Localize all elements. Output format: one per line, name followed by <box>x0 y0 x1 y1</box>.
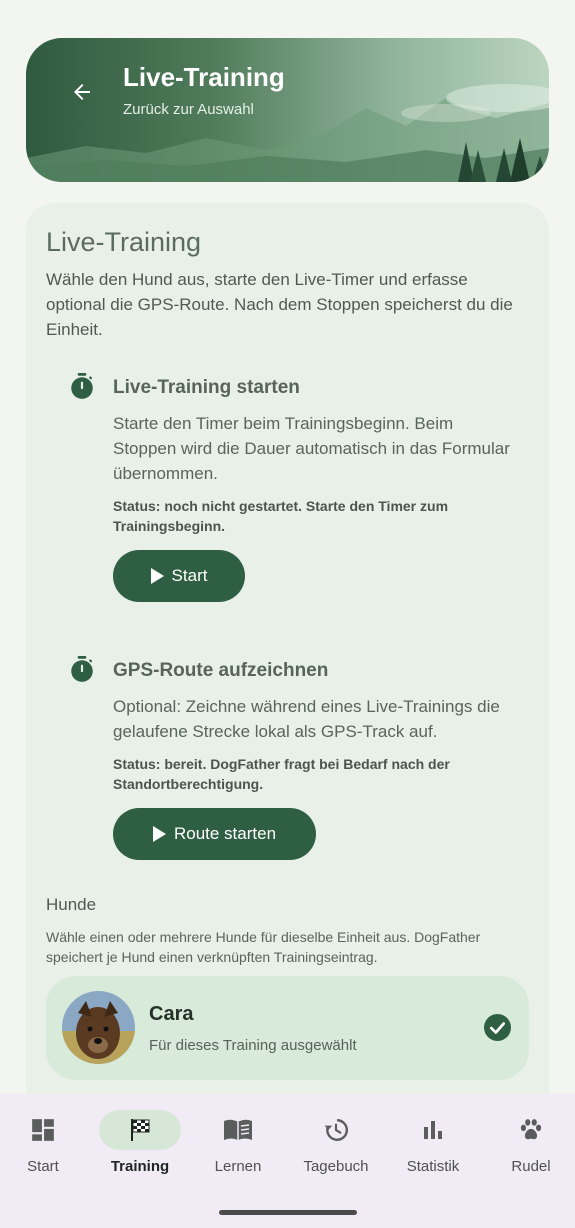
header-banner: Live-Training Zurück zur Auswahl <box>26 38 549 182</box>
start-route-button-label: Route starten <box>173 824 277 843</box>
nav-item-training[interactable]: Training <box>91 1110 189 1180</box>
timer-section-description: Starte den Timer beim Trainingsbeginn. B… <box>113 414 510 483</box>
gps-status-text: Status: bereit. DogFather fragt bei Beda… <box>113 756 450 792</box>
nav-item-start[interactable]: Start <box>0 1110 92 1180</box>
home-indicator[interactable] <box>219 1210 357 1215</box>
back-button[interactable] <box>62 72 102 112</box>
dog-selection-status: Für dieses Training ausgewählt <box>149 1037 357 1054</box>
stopwatch-icon <box>71 373 93 399</box>
live-training-card: Live-Training Wähle den Hund aus, starte… <box>26 203 549 1203</box>
bottom-navigation: Start Training Lernen Tagebuch Statistik… <box>0 1094 575 1228</box>
check-circle-icon[interactable] <box>484 1014 511 1041</box>
card-intro-text: Wähle den Hund aus, starte den Live-Time… <box>46 270 513 339</box>
play-icon <box>152 826 166 842</box>
gps-section-title: GPS-Route aufzeichnen <box>113 660 329 681</box>
start-timer-button-label: Start <box>171 566 208 585</box>
nav-item-rudel[interactable]: Rudel <box>482 1110 575 1180</box>
nav-label-rudel: Rudel <box>511 1158 551 1175</box>
start-route-button[interactable]: Route starten <box>113 808 316 860</box>
history-icon <box>324 1119 348 1141</box>
checkered-flag-icon <box>131 1119 150 1141</box>
dog-list-item[interactable]: Cara Für dieses Training ausgewählt <box>46 976 529 1080</box>
start-timer-button[interactable]: Start <box>113 550 245 602</box>
back-to-selection-link[interactable]: Zurück zur Auswahl <box>123 101 254 118</box>
dog-photo-image <box>62 991 135 1064</box>
dogs-section-title: Hunde <box>46 895 97 914</box>
timer-status-text: Status: noch nicht gestartet. Starte den… <box>113 498 449 534</box>
dog-name: Cara <box>149 1003 194 1025</box>
arrow-left-icon <box>74 84 90 100</box>
paw-icon <box>520 1119 542 1140</box>
gps-section-description: Optional: Zeichne während eines Live-Tra… <box>113 697 500 741</box>
nav-label-training: Training <box>110 1158 170 1175</box>
nav-label-lernen: Lernen <box>214 1158 262 1175</box>
mountain-landscape-image <box>26 84 549 182</box>
play-icon <box>150 568 164 584</box>
nav-label-statistik: Statistik <box>406 1158 460 1175</box>
dog-avatar <box>62 991 135 1064</box>
dogs-section-description: Wähle einen oder mehrere Hunde für diese… <box>46 929 481 965</box>
nav-label-start: Start <box>27 1158 59 1175</box>
nav-item-lernen[interactable]: Lernen <box>189 1110 287 1180</box>
nav-item-statistik[interactable]: Statistik <box>384 1110 482 1180</box>
book-icon <box>224 1119 252 1140</box>
stopwatch-icon <box>71 656 93 682</box>
nav-item-tagebuch[interactable]: Tagebuch <box>287 1110 385 1180</box>
page-title: Live-Training <box>123 62 285 92</box>
bar-chart-icon <box>424 1121 442 1139</box>
nav-label-tagebuch: Tagebuch <box>303 1158 369 1175</box>
timer-section-title: Live-Training starten <box>113 377 300 398</box>
dashboard-icon <box>32 1119 54 1141</box>
card-title: Live-Training <box>46 227 202 257</box>
